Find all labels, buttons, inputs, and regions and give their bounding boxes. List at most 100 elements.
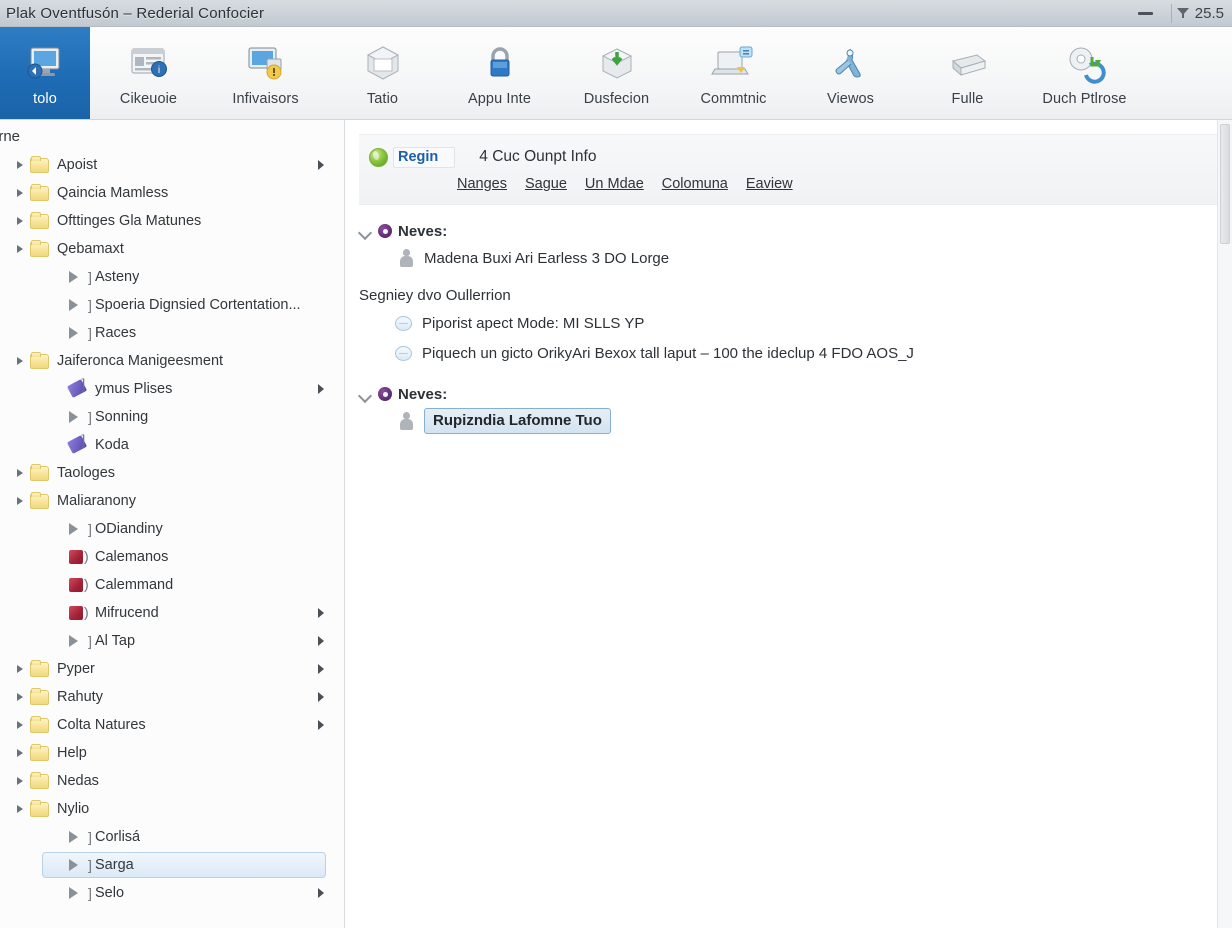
tree-item[interactable]: Corlisá xyxy=(0,823,344,851)
submenu-arrow-icon[interactable] xyxy=(318,384,324,394)
expand-toggle-icon[interactable] xyxy=(10,659,30,679)
expand-toggle-icon[interactable] xyxy=(10,239,30,259)
content-link[interactable]: Un Mdae xyxy=(585,176,644,192)
expand-toggle-icon[interactable] xyxy=(10,715,30,735)
tree-item[interactable]: Asteny xyxy=(0,263,344,291)
tree-item[interactable]: Calemmand xyxy=(0,571,344,599)
triangle-icon xyxy=(68,408,92,426)
tree-item[interactable]: Races xyxy=(0,319,344,347)
toolbar-item-tolo[interactable]: tolo xyxy=(0,27,90,119)
tree-item[interactable]: Jaiferonca Manigeesment xyxy=(0,347,344,375)
section-item[interactable]: Madena Buxi Ari Earless 3 DO Lorge xyxy=(359,243,1232,273)
toolbar-item-viewos[interactable]: Viewos xyxy=(792,27,909,119)
expand-toggle-icon[interactable] xyxy=(10,351,30,371)
content-header-row: Regin 4 Cuc Ounpt Info xyxy=(369,145,1218,169)
expand-toggle-icon[interactable] xyxy=(10,155,30,175)
tree-item[interactable]: Selo xyxy=(0,879,344,907)
toolbar-item-commtnic[interactable]: Commtnic xyxy=(675,27,792,119)
submenu-arrow-icon[interactable] xyxy=(318,888,324,898)
toolbar-item-infivaisors[interactable]: Infivaisors xyxy=(207,27,324,119)
zoom-filter-indicator[interactable]: 25.5 xyxy=(1176,5,1228,22)
tree-item-label: Spoeria Dignsied Cortentation... xyxy=(95,297,301,313)
folder-icon xyxy=(30,492,50,510)
tree-item[interactable]: Al Tap xyxy=(0,627,344,655)
tree-item[interactable]: Nylio xyxy=(0,795,344,823)
pen-icon xyxy=(66,379,88,398)
tree-item[interactable]: Nedas xyxy=(0,767,344,795)
expand-toggle-icon[interactable] xyxy=(10,211,30,231)
folder-icon xyxy=(30,240,50,258)
submenu-arrow-icon[interactable] xyxy=(318,636,324,646)
tree-item[interactable]: Mifrucend xyxy=(0,599,344,627)
content-link[interactable]: Sague xyxy=(525,176,567,192)
submenu-arrow-icon[interactable] xyxy=(318,160,324,170)
tree-item[interactable]: Rahuty xyxy=(0,683,344,711)
section-header[interactable]: Neves: xyxy=(359,219,1232,243)
navigation-tree[interactable]: erne Apoist Qaincia Mamless Ofttinges Gla … xyxy=(0,120,345,928)
triangle-icon xyxy=(68,268,92,286)
folder-icon xyxy=(30,688,50,706)
gear-purple-icon xyxy=(378,224,392,238)
expand-toggle-icon[interactable] xyxy=(10,743,30,763)
toolbar-item-label: tolo xyxy=(33,91,57,107)
tree-item[interactable]: ymus Plises xyxy=(0,375,344,403)
tree-item[interactable]: Maliaranony xyxy=(0,487,344,515)
tree-item[interactable]: Pyper xyxy=(0,655,344,683)
region-chip[interactable]: Regin xyxy=(393,146,456,168)
submenu-arrow-icon[interactable] xyxy=(318,608,324,618)
content-link[interactable]: Colomuna xyxy=(662,176,728,192)
section-item[interactable]: Piquech un gicto OrikyAri Bexox tall lap… xyxy=(359,338,1232,368)
tree-item[interactable]: ODiandiny xyxy=(0,515,344,543)
tree-item[interactable]: Qaincia Mamless xyxy=(0,179,344,207)
expand-toggle-icon[interactable] xyxy=(10,687,30,707)
tree-item[interactable]: Sarga xyxy=(0,851,344,879)
tree-item[interactable]: Taologes xyxy=(0,459,344,487)
tree-item-label: Selo xyxy=(95,885,125,901)
section-item[interactable]: Piporist apect Mode: MI SLLS YP xyxy=(359,308,1232,338)
content-link[interactable]: Eaview xyxy=(746,176,793,192)
tree-item[interactable]: Help xyxy=(0,739,344,767)
funnel-icon xyxy=(1176,7,1190,19)
tree-item[interactable]: Qebamaxt xyxy=(0,235,344,263)
toolbar-item-dusfecion[interactable]: Dusfecion xyxy=(558,27,675,119)
content-link[interactable]: Nanges xyxy=(457,176,507,192)
tree-item[interactable]: Spoeria Dignsied Cortentation... xyxy=(0,291,344,319)
submenu-arrow-icon[interactable] xyxy=(318,720,324,730)
minimize-button[interactable] xyxy=(1126,0,1166,26)
chevron-down-icon[interactable] xyxy=(359,225,372,238)
expand-toggle-icon[interactable] xyxy=(10,183,30,203)
tree-item[interactable]: Ofttinges Gla Matunes xyxy=(0,207,344,235)
tree-item-label: Mifrucend xyxy=(95,605,159,621)
chevron-down-icon[interactable] xyxy=(359,388,372,401)
tree-item-label: Taologes xyxy=(57,465,116,481)
expand-toggle-icon[interactable] xyxy=(10,463,30,483)
expand-toggle-icon[interactable] xyxy=(10,491,30,511)
submenu-arrow-icon[interactable] xyxy=(318,664,324,674)
expand-toggle-icon[interactable] xyxy=(10,771,30,791)
vertical-scrollbar[interactable] xyxy=(1217,120,1232,928)
toolbar-item-tatio[interactable]: Tatio xyxy=(324,27,441,119)
tree-item[interactable]: Calemanos xyxy=(0,543,344,571)
toolbar-item-appu-inte[interactable]: Appu Inte xyxy=(441,27,558,119)
toolbar-item-duch-ptlrose[interactable]: Duch Ptlrose xyxy=(1026,27,1143,119)
toolbar-item-fulle[interactable]: Fulle xyxy=(909,27,1026,119)
title-bar: Plak Oventfusón – Rederial Confocier 25.… xyxy=(0,0,1232,27)
tree-item[interactable]: Colta Natures xyxy=(0,711,344,739)
document-info-icon: i xyxy=(126,43,172,85)
tree-item-label: Help xyxy=(57,745,87,761)
section-item[interactable]: Rupizndia Lafomne Tuo xyxy=(359,406,1232,436)
expand-toggle-icon[interactable] xyxy=(10,799,30,819)
section-item-label: Madena Buxi Ari Earless 3 DO Lorge xyxy=(424,249,670,267)
tree-item[interactable]: Sonning xyxy=(0,403,344,431)
scrollbar-thumb[interactable] xyxy=(1220,124,1230,244)
tree-item-label: Al Tap xyxy=(95,633,136,649)
tree-item[interactable]: Koda xyxy=(0,431,344,459)
section-header[interactable]: Neves: xyxy=(359,382,1232,406)
tree-item[interactable]: Apoist xyxy=(0,151,344,179)
submenu-arrow-icon[interactable] xyxy=(318,692,324,702)
toolbar-item-cikeuoie[interactable]: i Cikeuoie xyxy=(90,27,207,119)
toolbar-item-label: Infivaisors xyxy=(232,91,299,107)
